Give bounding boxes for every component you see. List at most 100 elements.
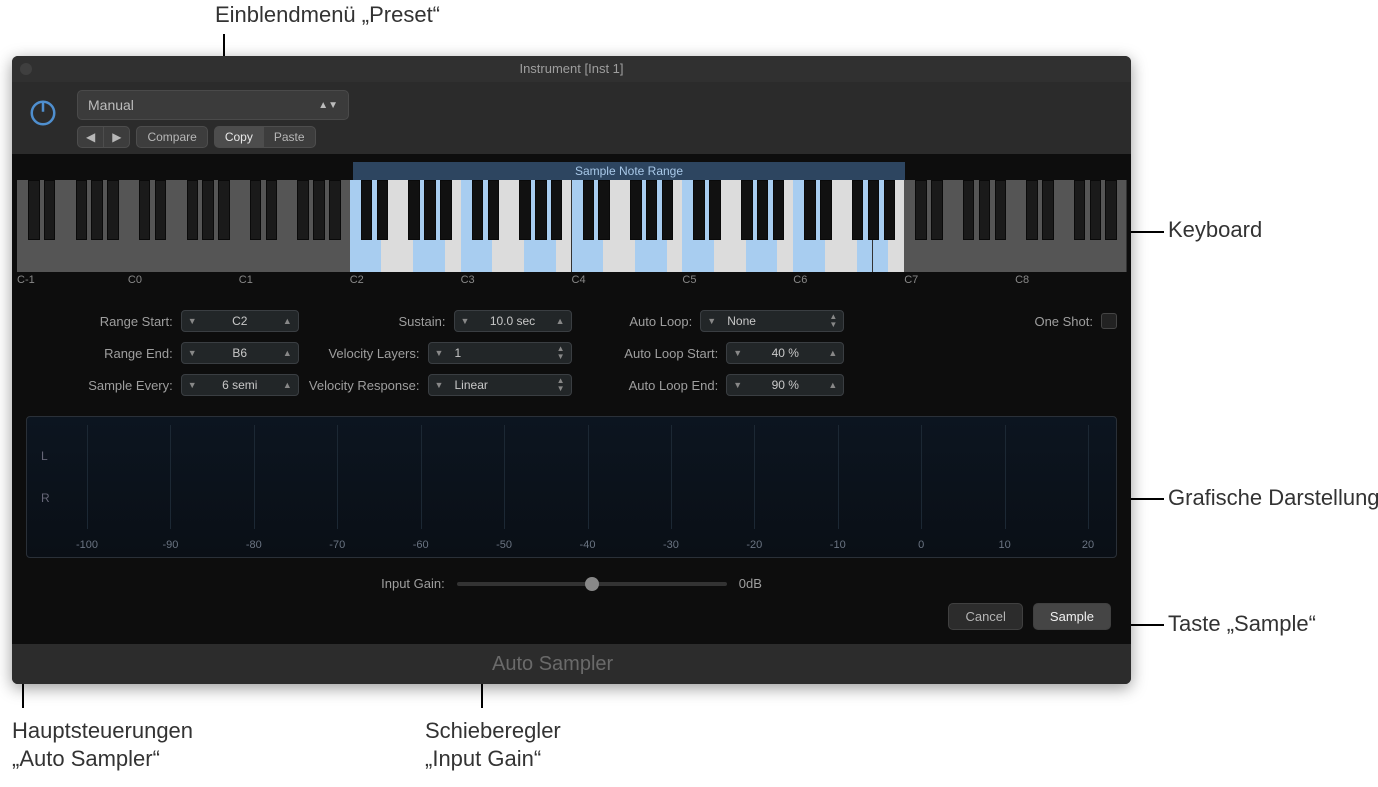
black-key[interactable] bbox=[202, 180, 214, 240]
black-key[interactable] bbox=[931, 180, 943, 240]
black-key[interactable] bbox=[297, 180, 309, 240]
black-key[interactable] bbox=[424, 180, 436, 240]
black-key[interactable] bbox=[187, 180, 199, 240]
black-key[interactable] bbox=[1105, 180, 1117, 240]
black-key[interactable] bbox=[598, 180, 610, 240]
auto-loop-end-stepper[interactable]: ▼ 90 % ▲ bbox=[726, 374, 844, 396]
black-key[interactable] bbox=[329, 180, 341, 240]
black-key[interactable] bbox=[820, 180, 832, 240]
sustain-label: Sustain: bbox=[399, 314, 446, 329]
one-shot-checkbox[interactable] bbox=[1101, 313, 1117, 329]
x-tick-label: -100 bbox=[76, 539, 98, 551]
chevron-down-icon: ▼ bbox=[707, 316, 716, 326]
sample-button[interactable]: Sample bbox=[1033, 603, 1111, 630]
window-title: Instrument [Inst 1] bbox=[519, 61, 623, 76]
black-key[interactable] bbox=[488, 180, 500, 240]
black-key[interactable] bbox=[107, 180, 119, 240]
chevron-up-icon: ▲ bbox=[283, 380, 292, 390]
black-key[interactable] bbox=[804, 180, 816, 240]
black-key[interactable] bbox=[266, 180, 278, 240]
black-key[interactable] bbox=[583, 180, 595, 240]
black-key[interactable] bbox=[963, 180, 975, 240]
chevron-up-icon: ▲ bbox=[283, 348, 292, 358]
annotation-preset: Einblendmenü „Preset“ bbox=[215, 2, 440, 28]
compare-button[interactable]: Compare bbox=[136, 126, 207, 148]
auto-loop-end-label: Auto Loop End: bbox=[629, 378, 719, 393]
range-end-stepper[interactable]: ▼ B6 ▲ bbox=[181, 342, 299, 364]
annotation-gain-l2: „Input Gain“ bbox=[425, 746, 541, 772]
annotation-sample: Taste „Sample“ bbox=[1168, 611, 1316, 637]
black-key[interactable] bbox=[28, 180, 40, 240]
black-key[interactable] bbox=[709, 180, 721, 240]
auto-loop-start-stepper[interactable]: ▼ 40 % ▲ bbox=[726, 342, 844, 364]
black-key[interactable] bbox=[361, 180, 373, 240]
plugin-window: Instrument [Inst 1] Manual ▲▼ ◀ ▶ Compar… bbox=[12, 56, 1131, 684]
header: Manual ▲▼ ◀ ▶ Compare Copy Paste bbox=[12, 82, 1131, 154]
power-button[interactable] bbox=[28, 98, 58, 128]
black-key[interactable] bbox=[519, 180, 531, 240]
vel-layers-value: 1 bbox=[455, 346, 462, 360]
black-key[interactable] bbox=[1074, 180, 1086, 240]
sample-every-stepper[interactable]: ▼ 6 semi ▲ bbox=[181, 374, 299, 396]
black-key[interactable] bbox=[313, 180, 325, 240]
octave-label: C6 bbox=[793, 274, 807, 286]
black-key[interactable] bbox=[630, 180, 642, 240]
copy-button[interactable]: Copy bbox=[214, 126, 264, 148]
black-key[interactable] bbox=[377, 180, 389, 240]
black-key[interactable] bbox=[693, 180, 705, 240]
black-key[interactable] bbox=[76, 180, 88, 240]
auto-loop-select[interactable]: ▼ None ▲▼ bbox=[700, 310, 844, 332]
black-key[interactable] bbox=[757, 180, 769, 240]
black-key[interactable] bbox=[852, 180, 864, 240]
chevron-up-icon: ▲ bbox=[556, 316, 565, 326]
black-key[interactable] bbox=[884, 180, 896, 240]
auto-loop-label: Auto Loop: bbox=[629, 314, 692, 329]
black-key[interactable] bbox=[155, 180, 167, 240]
annotation-main-l1: Hauptsteuerungen bbox=[12, 718, 193, 744]
black-key[interactable] bbox=[91, 180, 103, 240]
range-bar: Sample Note Range bbox=[17, 162, 1126, 180]
sample-every-label: Sample Every: bbox=[88, 378, 173, 393]
black-key[interactable] bbox=[995, 180, 1007, 240]
octave-label: C8 bbox=[1015, 274, 1029, 286]
preset-menu[interactable]: Manual ▲▼ bbox=[77, 90, 349, 120]
black-key[interactable] bbox=[250, 180, 262, 240]
gridline bbox=[588, 425, 589, 529]
sustain-stepper[interactable]: ▼ 10.0 sec ▲ bbox=[454, 310, 572, 332]
black-key[interactable] bbox=[139, 180, 151, 240]
param-range-end: Range End: ▼ B6 ▲ bbox=[26, 342, 299, 364]
vel-resp-select[interactable]: ▼ Linear ▲▼ bbox=[428, 374, 572, 396]
black-key[interactable] bbox=[1042, 180, 1054, 240]
slider-thumb[interactable] bbox=[585, 577, 599, 591]
black-key[interactable] bbox=[662, 180, 674, 240]
black-key[interactable] bbox=[646, 180, 658, 240]
gridline bbox=[1005, 425, 1006, 529]
leader-sample bbox=[1131, 624, 1164, 626]
input-gain-slider[interactable] bbox=[457, 582, 727, 586]
keyboard[interactable] bbox=[17, 180, 1126, 272]
black-key[interactable] bbox=[551, 180, 563, 240]
black-key[interactable] bbox=[979, 180, 991, 240]
paste-button[interactable]: Paste bbox=[263, 126, 316, 148]
black-key[interactable] bbox=[440, 180, 452, 240]
black-key[interactable] bbox=[44, 180, 56, 240]
range-fill[interactable]: Sample Note Range bbox=[353, 162, 905, 180]
next-button[interactable]: ▶ bbox=[103, 126, 130, 148]
black-key[interactable] bbox=[1026, 180, 1038, 240]
black-key[interactable] bbox=[915, 180, 927, 240]
vel-layers-select[interactable]: ▼ 1 ▲▼ bbox=[428, 342, 572, 364]
black-key[interactable] bbox=[535, 180, 547, 240]
black-key[interactable] bbox=[868, 180, 880, 240]
close-icon[interactable] bbox=[20, 63, 32, 75]
black-key[interactable] bbox=[472, 180, 484, 240]
chevron-up-icon: ▲ bbox=[828, 380, 837, 390]
black-key[interactable] bbox=[218, 180, 230, 240]
cancel-button[interactable]: Cancel bbox=[948, 603, 1022, 630]
black-key[interactable] bbox=[1090, 180, 1102, 240]
black-key[interactable] bbox=[741, 180, 753, 240]
range-start-stepper[interactable]: ▼ C2 ▲ bbox=[181, 310, 299, 332]
gridline bbox=[1088, 425, 1089, 529]
prev-button[interactable]: ◀ bbox=[77, 126, 104, 148]
black-key[interactable] bbox=[408, 180, 420, 240]
black-key[interactable] bbox=[773, 180, 785, 240]
